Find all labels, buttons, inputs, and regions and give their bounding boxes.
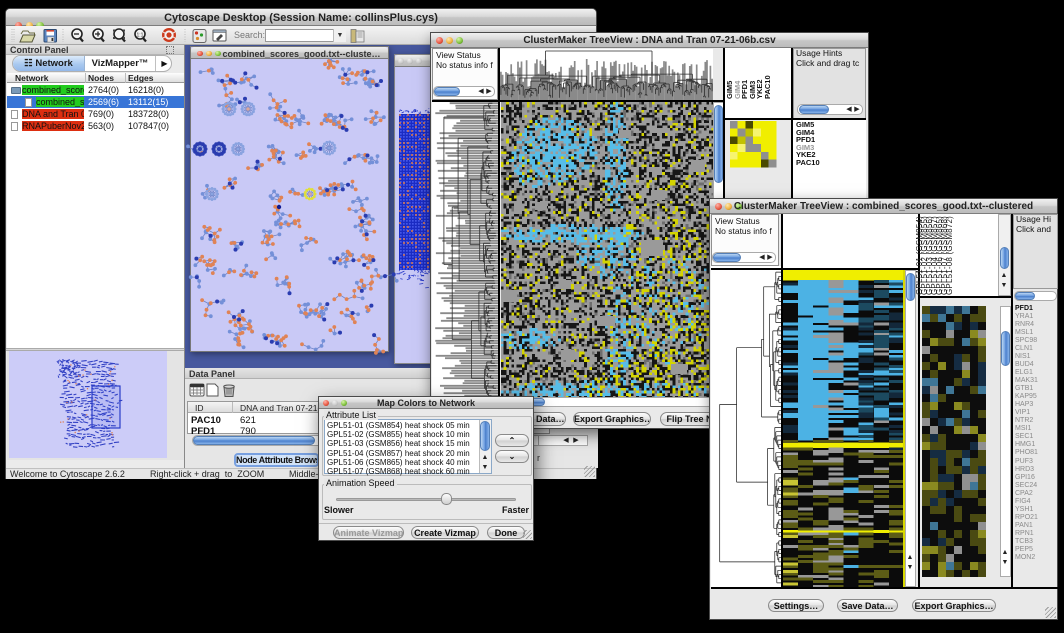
svg-text:1:1: 1:1 bbox=[137, 33, 144, 39]
